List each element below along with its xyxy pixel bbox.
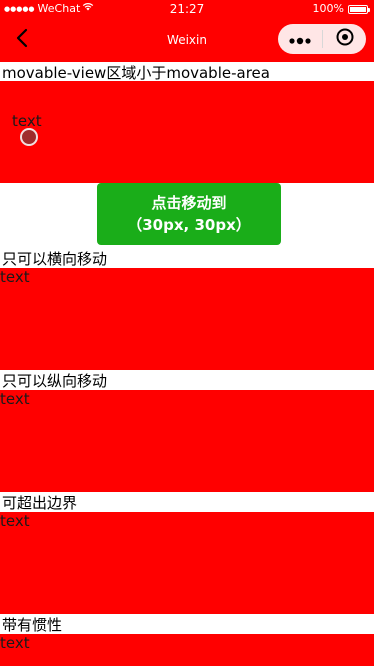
circle-dot-icon bbox=[335, 27, 355, 51]
movable-area-inertia[interactable]: text bbox=[0, 634, 374, 666]
battery-percent: 100% bbox=[312, 2, 344, 15]
move-to-button[interactable]: 点击移动到 （30px, 30px） bbox=[97, 183, 281, 245]
movable-area-vertical[interactable]: text bbox=[0, 390, 374, 492]
section-title-vertical: 只可以纵向移动 bbox=[2, 372, 108, 390]
menu-capsule bbox=[278, 24, 366, 54]
section-title-horizontal: 只可以横向移动 bbox=[2, 250, 108, 268]
page-content: movable-view区域小于movable-area text 点击移动到 … bbox=[0, 62, 374, 666]
movable-view-text[interactable]: text bbox=[0, 268, 30, 286]
movable-view-text[interactable]: text bbox=[0, 634, 30, 652]
movable-area-horizontal[interactable]: text bbox=[0, 268, 374, 370]
section-title-inertia: 带有惯性 bbox=[2, 616, 63, 634]
move-button-line2: （30px, 30px） bbox=[127, 216, 251, 234]
battery-icon bbox=[348, 4, 370, 14]
touch-indicator bbox=[20, 128, 38, 146]
status-right: 100% bbox=[312, 0, 370, 18]
more-dots-icon bbox=[288, 30, 312, 49]
movable-view-text[interactable]: text bbox=[0, 512, 30, 530]
movable-area-out-of-bounds[interactable]: text bbox=[0, 512, 374, 614]
move-button-line1: 点击移动到 bbox=[151, 194, 227, 212]
close-miniprogram-button[interactable] bbox=[323, 24, 366, 54]
nav-bar: Weixin bbox=[0, 18, 374, 62]
movable-view-text[interactable]: text bbox=[0, 390, 30, 408]
status-bar: ●●●●● WeChat 21:27 100% bbox=[0, 0, 374, 18]
movable-area-small-view[interactable]: text bbox=[0, 81, 374, 183]
section-title-small-view: movable-view区域小于movable-area bbox=[2, 64, 270, 82]
more-button[interactable] bbox=[278, 24, 322, 54]
section-title-out-of-bounds: 可超出边界 bbox=[2, 494, 78, 512]
